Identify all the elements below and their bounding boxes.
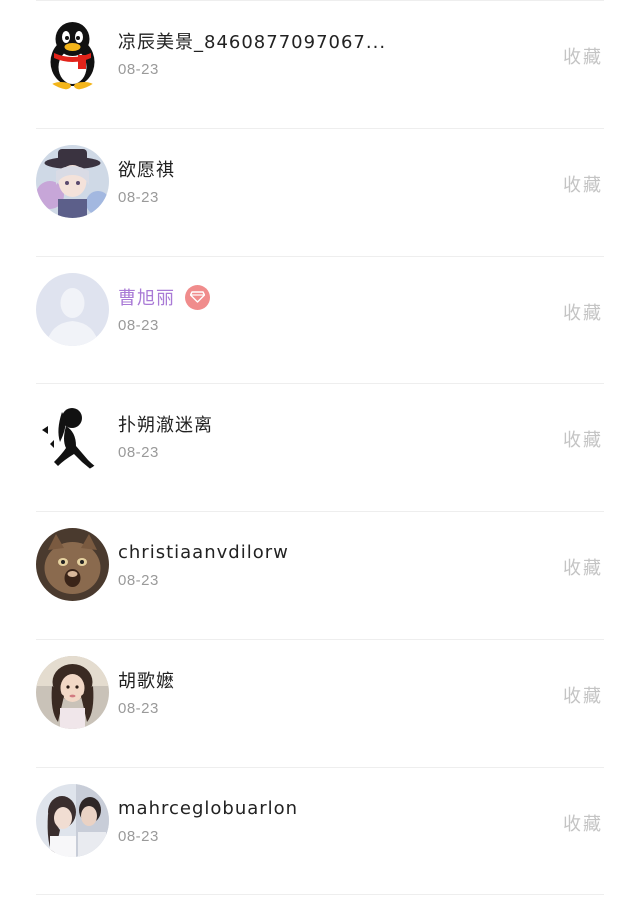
cat-avatar[interactable] [36,528,109,601]
user-name[interactable]: 胡歌嬷 [118,667,175,693]
collect-date: 08-23 [118,61,159,78]
collect-button[interactable]: 收藏 [563,171,603,197]
user-name[interactable]: 扑朔澈迷离 [118,411,213,437]
list-item[interactable]: 欲愿祺 08-23 收藏 [0,128,640,256]
anime-hat-avatar[interactable] [36,145,109,218]
user-name[interactable]: mahrceglobuarlon [118,798,298,819]
collect-date: 08-23 [118,189,159,206]
user-name[interactable]: 欲愿祺 [118,156,175,182]
user-name[interactable]: 曹旭丽 [118,284,175,310]
collect-date: 08-23 [118,572,159,589]
divider [36,894,604,895]
collect-date: 08-23 [118,700,159,717]
qq-penguin-avatar[interactable] [36,17,109,90]
list-item[interactable]: 胡歌嬷 08-23 收藏 [0,639,640,767]
collect-button[interactable]: 收藏 [563,426,603,452]
girl-photo-avatar[interactable] [36,656,109,729]
collect-button[interactable]: 收藏 [563,554,603,580]
list-item[interactable]: 扑朔澈迷离 08-23 收藏 [0,383,640,511]
silhouette-girl-avatar[interactable] [36,400,109,473]
user-name[interactable]: 凉辰美景_8460877097067... [118,28,386,54]
collect-button[interactable]: 收藏 [563,299,603,325]
collect-button[interactable]: 收藏 [563,682,603,708]
list-item[interactable]: 凉辰美景_8460877097067... 08-23 收藏 [0,0,640,128]
list-item[interactable]: mahrceglobuarlon 08-23 收藏 [0,767,640,895]
list-item[interactable]: christiaanvdilorw 08-23 收藏 [0,511,640,639]
collect-button[interactable]: 收藏 [563,810,603,836]
collect-date: 08-23 [118,444,159,461]
user-name[interactable]: christiaanvdilorw [118,542,289,563]
list-item[interactable]: 曹旭丽 08-23 收藏 [0,256,640,384]
couple-photo-avatar[interactable] [36,784,109,857]
diamond-icon [185,284,210,310]
default-person-avatar[interactable] [36,273,109,346]
collect-button[interactable]: 收藏 [563,43,603,69]
collect-date: 08-23 [118,317,159,334]
collect-date: 08-23 [118,828,159,845]
